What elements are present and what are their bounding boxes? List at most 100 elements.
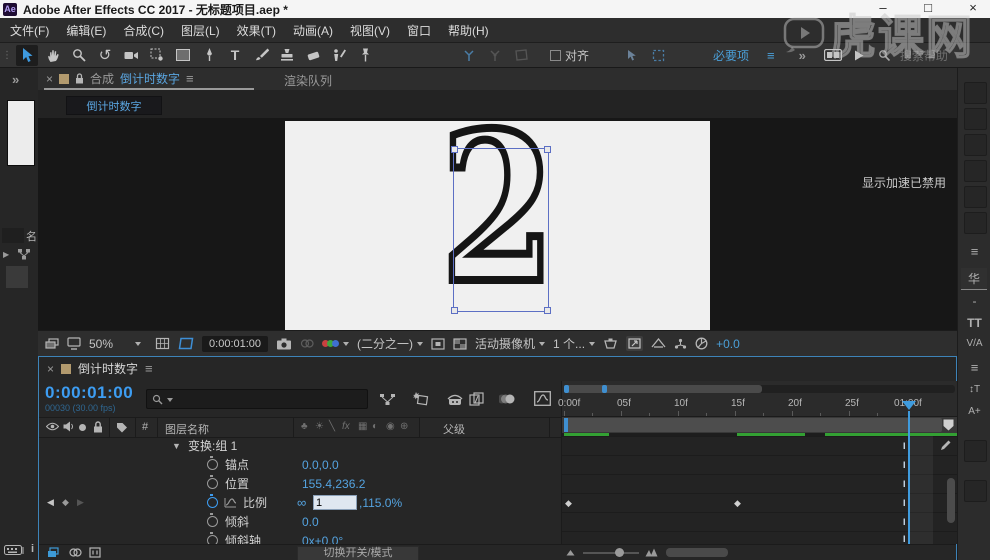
composition-item-icon[interactable] (17, 248, 31, 261)
collapsed-panel-tab[interactable] (964, 480, 987, 502)
time-navigator-track[interactable] (564, 385, 955, 393)
scale-x-input[interactable] (313, 495, 357, 510)
collapsed-panel-tab[interactable] (964, 186, 987, 208)
next-keyframe-icon[interactable]: ▶ (77, 497, 84, 508)
menu-file[interactable]: 文件(F) (10, 22, 49, 39)
work-area-region[interactable] (564, 418, 942, 432)
timeline-panel-menu-icon[interactable]: ≡ (145, 361, 153, 376)
skew-value[interactable]: 0.0 (302, 515, 319, 529)
ground-plane-icon[interactable] (651, 338, 666, 349)
twirl-icon[interactable]: ▶ (3, 250, 9, 259)
collapsed-panel-tab[interactable] (964, 440, 987, 462)
baseline-shift-icon[interactable]: A+ (958, 406, 990, 417)
tab-close-icon[interactable]: × (46, 72, 53, 86)
axis-view-icon[interactable] (510, 45, 532, 66)
selection-handle[interactable] (451, 307, 458, 314)
project-item-swatch[interactable] (6, 266, 28, 288)
3d-switch-icon[interactable]: ⊕ (400, 421, 408, 432)
scale-row[interactable]: ◀ ◆ ▶ 比例 ∞ ,115.0% (39, 493, 561, 512)
channel-icon[interactable] (322, 340, 350, 347)
collapsed-panel-tab[interactable] (964, 82, 987, 104)
exposure-value[interactable]: +0.0 (716, 337, 740, 351)
transparency-grid-icon[interactable] (453, 337, 467, 350)
fast-previews-icon[interactable] (431, 337, 445, 350)
puppet-pin-tool[interactable] (354, 45, 376, 66)
pencil-icon[interactable] (940, 439, 952, 451)
exposure-shutter-icon[interactable] (695, 337, 708, 350)
work-area-start-handle[interactable] (564, 418, 568, 432)
lock-column-icon[interactable] (93, 421, 103, 433)
quality-switch-icon[interactable]: ╲ (329, 421, 335, 432)
goto-camera-icon[interactable] (603, 338, 618, 349)
video-column-icon[interactable] (46, 422, 59, 431)
rectangle-tool[interactable] (172, 45, 194, 66)
keyframe-track-area[interactable]: ◆ ◆ I I I I I I (562, 436, 957, 544)
mini-flowchart-icon[interactable] (379, 393, 396, 406)
menu-window[interactable]: 窗口 (407, 22, 431, 39)
selection-handle[interactable] (544, 146, 551, 153)
expression-graph-icon[interactable] (224, 497, 237, 508)
motion-blur-icon[interactable] (499, 393, 516, 405)
view-layout-dropdown[interactable]: 1 个... (553, 335, 596, 352)
skew-row[interactable]: 倾斜 0.0 (39, 512, 561, 531)
menu-help[interactable]: 帮助(H) (448, 22, 489, 39)
show-snapshot-icon[interactable] (300, 338, 314, 349)
stopwatch-icon[interactable] (207, 475, 218, 489)
brush-tool[interactable] (250, 45, 272, 66)
zoom-out-mountain-icon[interactable] (566, 549, 575, 556)
skew-axis-row[interactable]: 倾斜轴 0x+0.0° (39, 531, 561, 544)
font-family-label[interactable]: 华 (961, 268, 987, 290)
time-navigator-thumb[interactable] (564, 385, 762, 393)
link-dimensions-icon[interactable]: ∞ (297, 495, 306, 510)
roto-brush-tool[interactable] (328, 45, 350, 66)
timeline-search[interactable] (146, 389, 368, 409)
hand-tool[interactable] (42, 45, 64, 66)
graph-editor-icon[interactable] (534, 391, 551, 406)
layer-name-column-label[interactable]: 图层名称 (165, 421, 209, 437)
selection-handle[interactable] (451, 146, 458, 153)
draft-3d-icon[interactable] (626, 336, 644, 351)
scale-keyframe[interactable]: ◆ (734, 498, 741, 509)
grid-guides-icon[interactable] (155, 337, 170, 350)
axis-local-icon[interactable] (458, 45, 480, 66)
unified-camera-tool[interactable] (120, 45, 142, 66)
comp-viewer-tab[interactable]: × 合成 倒计时数字 ≡ (46, 68, 194, 89)
eraser-tool[interactable] (302, 45, 324, 66)
comp-viewer[interactable]: 2 显示加速已禁用 (38, 118, 957, 330)
leading-icon[interactable]: ≡ (958, 360, 990, 375)
resolution-dropdown[interactable]: (二分之一) (357, 335, 424, 352)
current-time-group[interactable]: 0:00:01:00 00030 (30.00 fps) (45, 383, 133, 413)
index-column-label[interactable]: # (142, 421, 148, 433)
stopwatch-icon-active[interactable] (207, 494, 218, 508)
scale-label[interactable]: 比例 (243, 494, 267, 511)
search-help-label[interactable]: 搜索帮助 (900, 47, 948, 64)
keyboard-icon[interactable] (4, 545, 26, 556)
menu-edit[interactable]: 编辑(E) (66, 22, 106, 39)
vertical-scale-icon[interactable]: ↕T (958, 384, 990, 395)
twirl-open-icon[interactable]: ▼ (172, 441, 181, 451)
snapshot-icon[interactable] (276, 338, 292, 350)
layer-selection-box[interactable] (451, 146, 551, 314)
search-input[interactable] (173, 392, 337, 406)
anchor-point-row[interactable]: 锚点 0.0,0.0 (39, 455, 561, 474)
snap-cursor-icon[interactable] (621, 45, 643, 66)
play-icon[interactable] (848, 45, 870, 66)
menu-view[interactable]: 视图(V) (350, 22, 390, 39)
axis-world-icon[interactable] (484, 45, 506, 66)
draft-3d-toggle-icon[interactable] (413, 391, 429, 406)
menu-effect[interactable]: 效果(T) (237, 22, 276, 39)
render-queue-tab[interactable]: 渲染队列 (284, 72, 332, 89)
expand-transfer-controls-icon[interactable] (69, 547, 82, 558)
collapsed-panel-tab[interactable] (964, 134, 987, 156)
primary-viewer-icon[interactable] (67, 337, 81, 350)
collapsed-panel-tab[interactable] (964, 212, 987, 234)
stopwatch-icon[interactable] (207, 456, 218, 470)
align-checkbox[interactable] (550, 49, 561, 61)
pan-behind-tool[interactable] (146, 45, 168, 66)
scale-y-value[interactable]: ,115.0% (359, 496, 402, 510)
group-row[interactable]: ▼ 变换:组 1 (39, 436, 561, 455)
horizontal-scrollbar-thumb[interactable] (666, 548, 728, 557)
comp-thumbnail[interactable] (7, 100, 35, 166)
selection-handle[interactable] (544, 307, 551, 314)
menu-composition[interactable]: 合成(C) (123, 22, 164, 39)
